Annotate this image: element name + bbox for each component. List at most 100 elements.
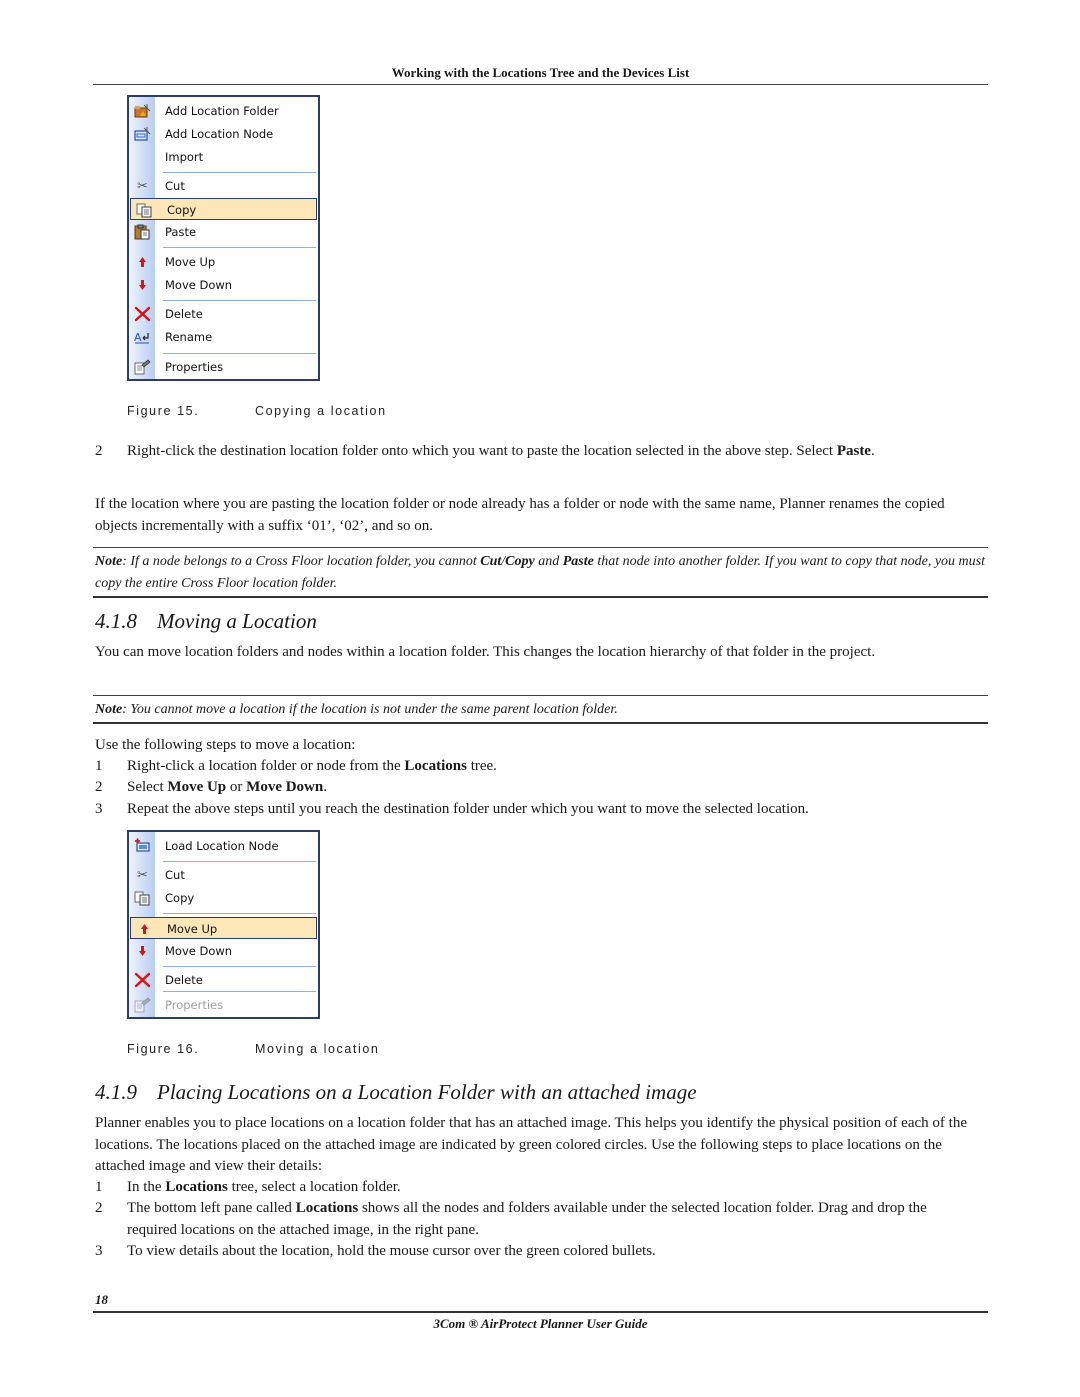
menu-separator bbox=[163, 913, 316, 914]
menu-item-delete[interactable]: Delete bbox=[129, 303, 318, 325]
move-step-1: 1 Right-click a location folder or node … bbox=[95, 758, 497, 774]
figure-15-caption: Figure 15. Copying a location bbox=[127, 404, 387, 418]
figure-number: Figure 16. bbox=[127, 1042, 200, 1056]
menu-item-label: Move Down bbox=[165, 278, 233, 292]
section-number: 4.1.8 bbox=[95, 609, 137, 633]
menu-separator bbox=[163, 353, 316, 354]
cross-floor-note: Note: If a node belongs to a Cross Floor… bbox=[95, 554, 985, 591]
rename-icon: A bbox=[134, 329, 151, 345]
move-step-2: 2 Select Move Up or Move Down. bbox=[95, 779, 327, 795]
menu-item-move-down[interactable]: Move Down bbox=[129, 274, 318, 296]
menu-item-move-up[interactable]: Move Up bbox=[130, 917, 317, 939]
menu-item-label: Rename bbox=[165, 330, 213, 344]
menu-item-copy[interactable]: Copy bbox=[129, 887, 318, 909]
figure-number: Figure 15. bbox=[127, 404, 200, 418]
menu-item-label: Move Down bbox=[165, 944, 233, 958]
menu-item-label: Load Location Node bbox=[165, 839, 279, 853]
copy-icon bbox=[136, 202, 153, 218]
menu-item-label: Move Up bbox=[167, 922, 218, 936]
menu-separator bbox=[163, 966, 316, 967]
note-rule-top bbox=[93, 547, 988, 548]
step-number: 2 bbox=[95, 443, 103, 459]
menu-item-properties: Properties bbox=[129, 994, 318, 1016]
note-rule-bottom bbox=[93, 596, 988, 598]
properties-icon bbox=[134, 359, 151, 375]
copy-step-2: 2 Right-click the destination location f… bbox=[95, 441, 975, 463]
menu-separator bbox=[163, 861, 316, 862]
menu-separator bbox=[163, 991, 316, 992]
running-header: Working with the Locations Tree and the … bbox=[391, 65, 690, 80]
arrow-down-icon bbox=[134, 943, 151, 959]
menu-item-add-location-node[interactable]: Add Location Node bbox=[129, 123, 318, 145]
menu-item-label: Cut bbox=[165, 179, 185, 193]
add-node-icon bbox=[134, 126, 151, 142]
menu-item-move-down[interactable]: Move Down bbox=[129, 940, 318, 962]
delete-x-icon bbox=[134, 972, 151, 988]
menu-item-label: Delete bbox=[165, 973, 203, 987]
note-rule-top bbox=[93, 695, 988, 696]
arrow-up-icon bbox=[134, 254, 151, 270]
figure-16-caption: Figure 16. Moving a location bbox=[127, 1042, 379, 1056]
paste-rename-paragraph: If the location where you are pasting th… bbox=[95, 496, 945, 534]
scissors-icon: ✂ bbox=[137, 867, 148, 883]
menu-item-label: Move Up bbox=[165, 255, 216, 269]
menu-item-label: Paste bbox=[165, 225, 197, 239]
arrow-down-icon bbox=[134, 277, 151, 293]
paste-icon bbox=[134, 224, 151, 240]
menu-item-add-location-folder[interactable]: Add Location Folder bbox=[129, 100, 318, 122]
section-title: Moving a Location bbox=[157, 609, 317, 633]
move-parent-note: Note: You cannot move a location if the … bbox=[95, 702, 618, 717]
place-step-2: 2 The bottom left pane called Locations … bbox=[95, 1200, 927, 1238]
menu-separator bbox=[163, 172, 316, 173]
figure-title: Moving a location bbox=[255, 1042, 380, 1056]
scissors-icon: ✂ bbox=[137, 178, 148, 194]
menu-item-label: Import bbox=[165, 150, 204, 164]
menu-item-label: Copy bbox=[165, 891, 195, 905]
steps-intro: Use the following steps to move a locati… bbox=[95, 737, 356, 753]
context-menu-move: Load Location Node ✂ Cut Copy Move Up Mo… bbox=[127, 830, 320, 1019]
placing-paragraph: Planner enables you to place locations o… bbox=[95, 1115, 967, 1174]
step-text: Right-click the destination location fol… bbox=[127, 443, 875, 459]
arrow-up-icon bbox=[136, 921, 153, 937]
menu-item-label: Add Location Node bbox=[165, 127, 274, 141]
delete-x-icon bbox=[134, 306, 151, 322]
menu-item-label: Delete bbox=[165, 307, 203, 321]
menu-item-label: Properties bbox=[165, 998, 224, 1012]
place-step-1: 1 In the Locations tree, select a locati… bbox=[95, 1179, 401, 1195]
footer-rule bbox=[93, 1311, 988, 1313]
menu-separator bbox=[163, 247, 316, 248]
moving-paragraph: You can move location folders and nodes … bbox=[95, 644, 876, 660]
footer-guide-title: 3Com ® AirProtect Planner User Guide bbox=[433, 1316, 648, 1331]
place-step-3: 3 To view details about the location, ho… bbox=[95, 1243, 656, 1259]
figure-title: Copying a location bbox=[255, 404, 387, 418]
menu-item-import[interactable]: Import bbox=[129, 146, 318, 168]
note-label: Note bbox=[95, 702, 123, 717]
section-heading-4-1-9: 4.1.9 Placing Locations on a Location Fol… bbox=[95, 1080, 697, 1105]
menu-item-copy[interactable]: Copy bbox=[130, 198, 317, 220]
properties-icon bbox=[134, 997, 151, 1013]
add-folder-icon bbox=[134, 103, 151, 119]
header-rule bbox=[93, 84, 988, 85]
menu-item-label: Properties bbox=[165, 360, 224, 374]
svg-text:A: A bbox=[134, 331, 142, 344]
page-number: 18 bbox=[95, 1292, 108, 1307]
menu-item-delete[interactable]: Delete bbox=[129, 969, 318, 991]
menu-item-cut[interactable]: ✂ Cut bbox=[129, 175, 318, 197]
note-rule-bottom bbox=[93, 722, 988, 724]
menu-item-label: Add Location Folder bbox=[165, 104, 279, 118]
section-title: Placing Locations on a Location Folder w… bbox=[157, 1080, 697, 1104]
menu-item-rename[interactable]: A Rename bbox=[129, 326, 318, 348]
section-number: 4.1.9 bbox=[95, 1080, 137, 1104]
section-heading-4-1-8: 4.1.8 Moving a Location bbox=[95, 609, 317, 634]
menu-item-move-up[interactable]: Move Up bbox=[129, 251, 318, 273]
context-menu-copy: Add Location Folder Add Location Node Im… bbox=[127, 95, 320, 381]
menu-item-properties[interactable]: Properties bbox=[129, 356, 318, 378]
menu-item-paste[interactable]: Paste bbox=[129, 221, 318, 243]
move-step-3: 3 Repeat the above steps until you reach… bbox=[95, 801, 809, 817]
menu-item-cut[interactable]: ✂ Cut bbox=[129, 864, 318, 886]
bold-term-paste: Paste bbox=[836, 443, 871, 459]
menu-item-label: Cut bbox=[165, 868, 185, 882]
note-label: Note bbox=[95, 554, 123, 569]
load-node-icon bbox=[134, 838, 151, 854]
menu-item-load-location-node[interactable]: Load Location Node bbox=[129, 835, 318, 857]
